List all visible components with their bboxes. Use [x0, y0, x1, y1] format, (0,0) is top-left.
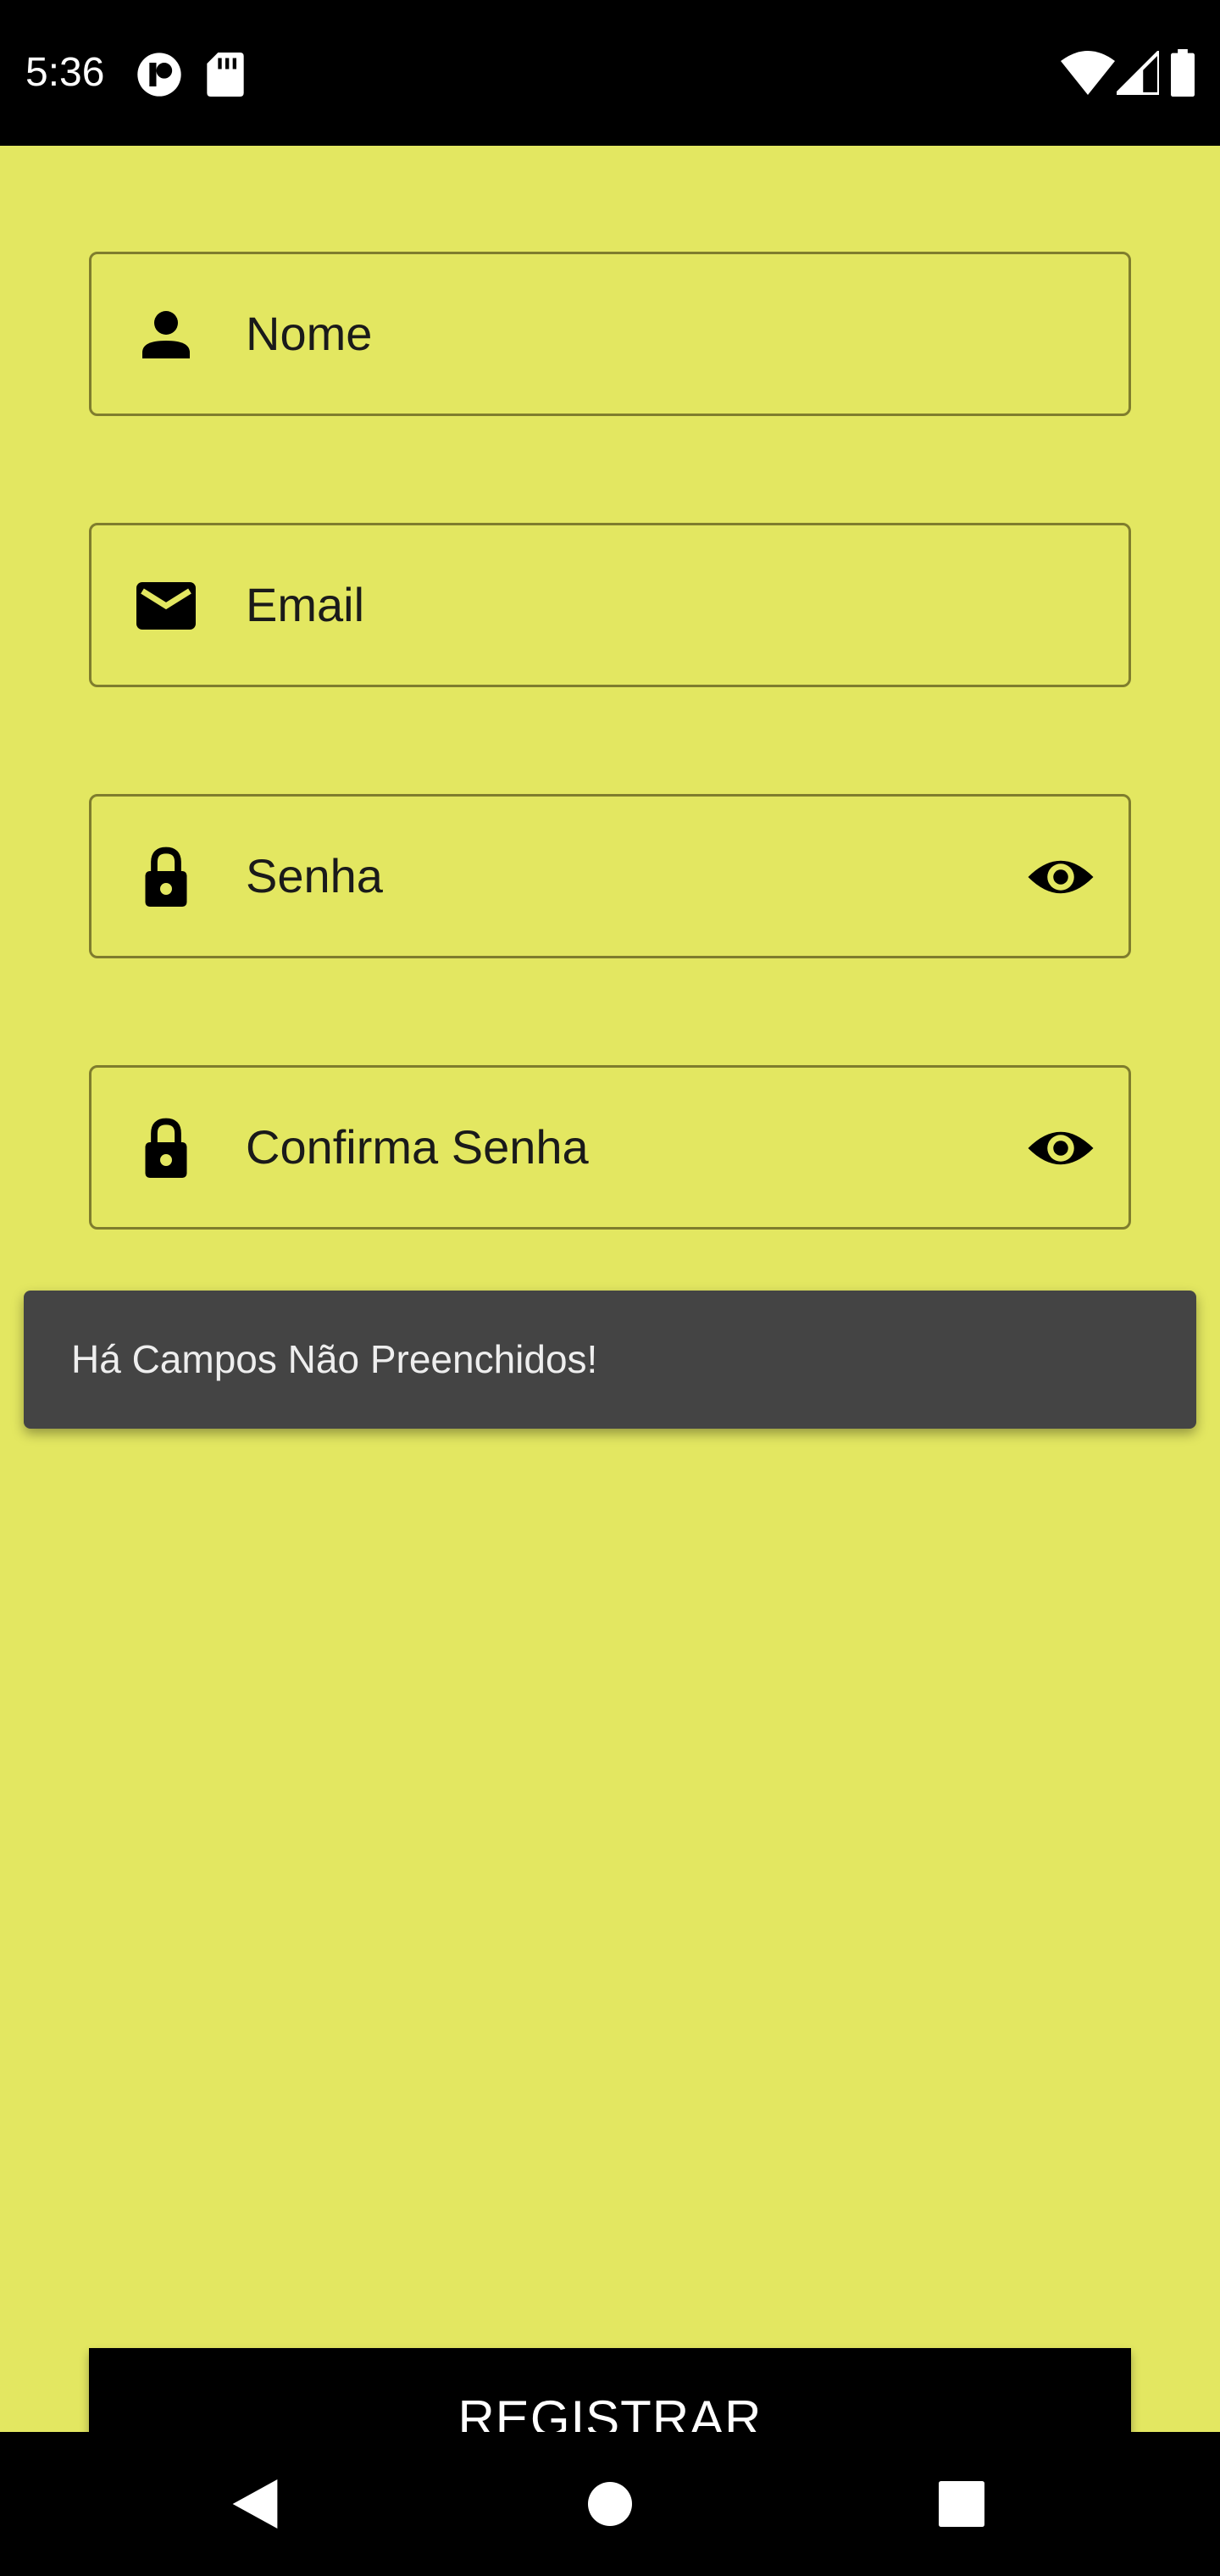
- status-bar: 5:36: [0, 0, 1220, 146]
- email-field[interactable]: Email: [89, 523, 1131, 687]
- sd-card-icon: [207, 53, 244, 97]
- mail-icon: [136, 582, 196, 630]
- lock-icon: [145, 847, 187, 907]
- home-icon: [588, 2482, 632, 2526]
- eye-icon[interactable]: [1025, 1113, 1096, 1184]
- person-icon: [142, 311, 190, 358]
- back-icon: [232, 2479, 278, 2529]
- recents-button[interactable]: [890, 2432, 1034, 2576]
- toast: Há Campos Não Preenchidos!: [24, 1291, 1196, 1429]
- password-field-label: Senha: [246, 849, 383, 902]
- app-notification-icon: [137, 53, 181, 97]
- status-time: 5:36: [25, 50, 105, 95]
- recents-icon: [939, 2481, 984, 2527]
- eye-icon[interactable]: [1025, 841, 1096, 913]
- name-field-label: Nome: [246, 307, 373, 360]
- register-screen: Nome Email Senha Confirma Senha REGISTRA…: [0, 146, 1220, 2490]
- home-button[interactable]: [538, 2432, 682, 2576]
- password-field[interactable]: Senha: [89, 794, 1131, 958]
- back-button[interactable]: [182, 2432, 326, 2576]
- toast-message: Há Campos Não Preenchidos!: [71, 1337, 598, 1381]
- battery-icon: [1171, 49, 1195, 97]
- cell-signal-icon: [1117, 51, 1159, 95]
- confirm-password-field[interactable]: Confirma Senha: [89, 1065, 1131, 1230]
- navigation-bar: [0, 2432, 1220, 2576]
- confirm-password-field-label: Confirma Senha: [246, 1120, 589, 1174]
- email-field-label: Email: [246, 578, 365, 631]
- name-field[interactable]: Nome: [89, 252, 1131, 416]
- lock-icon: [145, 1118, 187, 1178]
- wifi-icon: [1061, 51, 1115, 95]
